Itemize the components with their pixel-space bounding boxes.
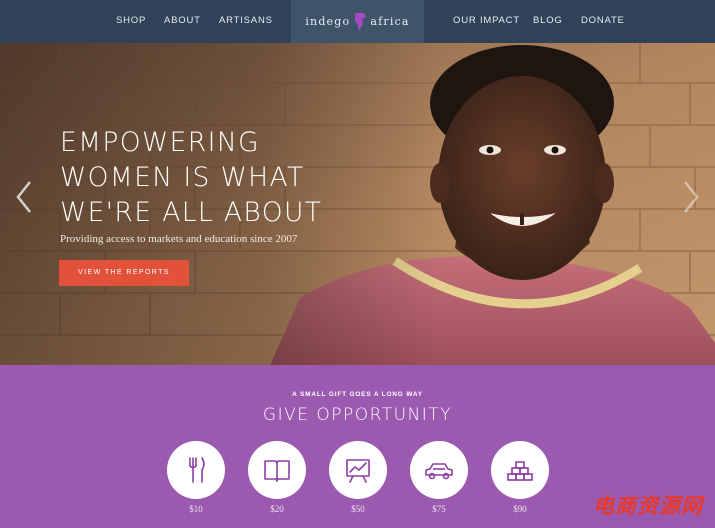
bricks-icon [507, 461, 533, 481]
logo-text-left: indego [305, 15, 351, 28]
hero-banner: EMPOWERING WOMEN IS WHAT WE'RE ALL ABOUT… [0, 43, 715, 365]
watermark-text: 电商资源网 [593, 494, 703, 518]
give-kicker: A SMALL GIFT GOES A LONG WAY [292, 391, 423, 398]
donate-amount-75[interactable]: $75 [410, 441, 468, 521]
amount-label: $90 [513, 504, 527, 514]
nav-our-impact-link[interactable]: OUR IMPACT [453, 0, 520, 43]
give-title: GIVE OPPORTUNITY [262, 405, 453, 425]
chart-board-icon [346, 459, 370, 483]
amount-label: $50 [351, 504, 365, 514]
nav-blog-link[interactable]: BLOG [533, 0, 563, 43]
amount-label: $10 [189, 504, 203, 514]
car-icon [425, 463, 453, 480]
view-reports-button[interactable]: VIEW THE REPORTS [59, 260, 189, 286]
site-logo[interactable]: indego africa [291, 0, 424, 43]
donate-amount-90[interactable]: $90 [491, 441, 549, 521]
donate-amount-10[interactable]: $10 [167, 441, 225, 521]
donate-amount-50[interactable]: $50 [329, 441, 387, 521]
top-nav: SHOP ABOUT ARTISANS indego africa OUR IM… [0, 0, 715, 43]
amount-label: $20 [270, 504, 284, 514]
logo-text-right: africa [370, 15, 410, 28]
donate-amount-20[interactable]: $20 [248, 441, 306, 521]
nav-shop-link[interactable]: SHOP [116, 0, 146, 43]
give-section: A SMALL GIFT GOES A LONG WAY GIVE OPPORT… [0, 365, 715, 528]
carousel-prev-arrow-icon[interactable] [15, 180, 33, 214]
fork-knife-icon [189, 457, 205, 483]
nav-artisans-link[interactable]: ARTISANS [219, 0, 273, 43]
amount-label: $75 [432, 504, 446, 514]
book-icon [264, 460, 290, 482]
carousel-next-arrow-icon[interactable] [682, 180, 700, 214]
hero-headline: EMPOWERING WOMEN IS WHAT WE'RE ALL ABOUT [60, 127, 323, 228]
nav-donate-link[interactable]: DONATE [581, 0, 625, 43]
nav-about-link[interactable]: ABOUT [164, 0, 201, 43]
africa-mark-icon [355, 12, 367, 31]
hero-subtitle: Providing access to markets and educatio… [60, 233, 298, 245]
